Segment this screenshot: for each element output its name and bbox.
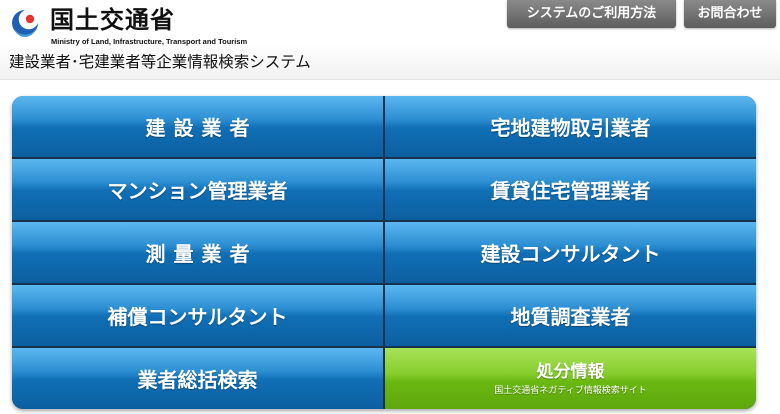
howto-button[interactable]: システムのご利用方法 — [507, 0, 676, 28]
mlit-logo-icon[interactable] — [10, 8, 40, 38]
ministry-name-en: Ministry of Land, Infrastructure, Transp… — [51, 37, 248, 46]
condo-management-button[interactable]: マンション管理業者 — [12, 159, 383, 220]
ministry-name-jp[interactable]: 国土交通省 — [50, 6, 175, 34]
site-header: 国土交通省 Ministry of Land, Infrastructure, … — [0, 0, 780, 80]
real-estate-brokers-button[interactable]: 宅地建物取引業者 — [385, 96, 756, 157]
disciplinary-info-sublabel: 国土交通省ネガティブ情報検索サイト — [494, 385, 647, 396]
rental-housing-management-button[interactable]: 賃貸住宅管理業者 — [385, 159, 756, 220]
surveyors-button[interactable]: 測量業者 — [12, 222, 383, 283]
compensation-consultants-button[interactable]: 補償コンサルタント — [12, 285, 383, 346]
disciplinary-info-label: 処分情報 — [536, 361, 605, 382]
construction-contractors-button[interactable]: 建設業者 — [12, 96, 383, 157]
geological-survey-button[interactable]: 地質調査業者 — [385, 285, 756, 346]
comprehensive-search-button[interactable]: 業者総括検索 — [12, 348, 383, 409]
disciplinary-info-button[interactable]: 処分情報 国土交通省ネガティブ情報検索サイト — [385, 348, 756, 409]
construction-consultants-button[interactable]: 建設コンサルタント — [385, 222, 756, 283]
system-title: 建設業者･宅建業者等企業情報検索システム — [9, 53, 311, 71]
search-menu-grid: 建設業者 宅地建物取引業者 マンション管理業者 賃貸住宅管理業者 測量業者 建設… — [12, 96, 756, 409]
contact-button[interactable]: お問合わせ — [684, 0, 776, 28]
